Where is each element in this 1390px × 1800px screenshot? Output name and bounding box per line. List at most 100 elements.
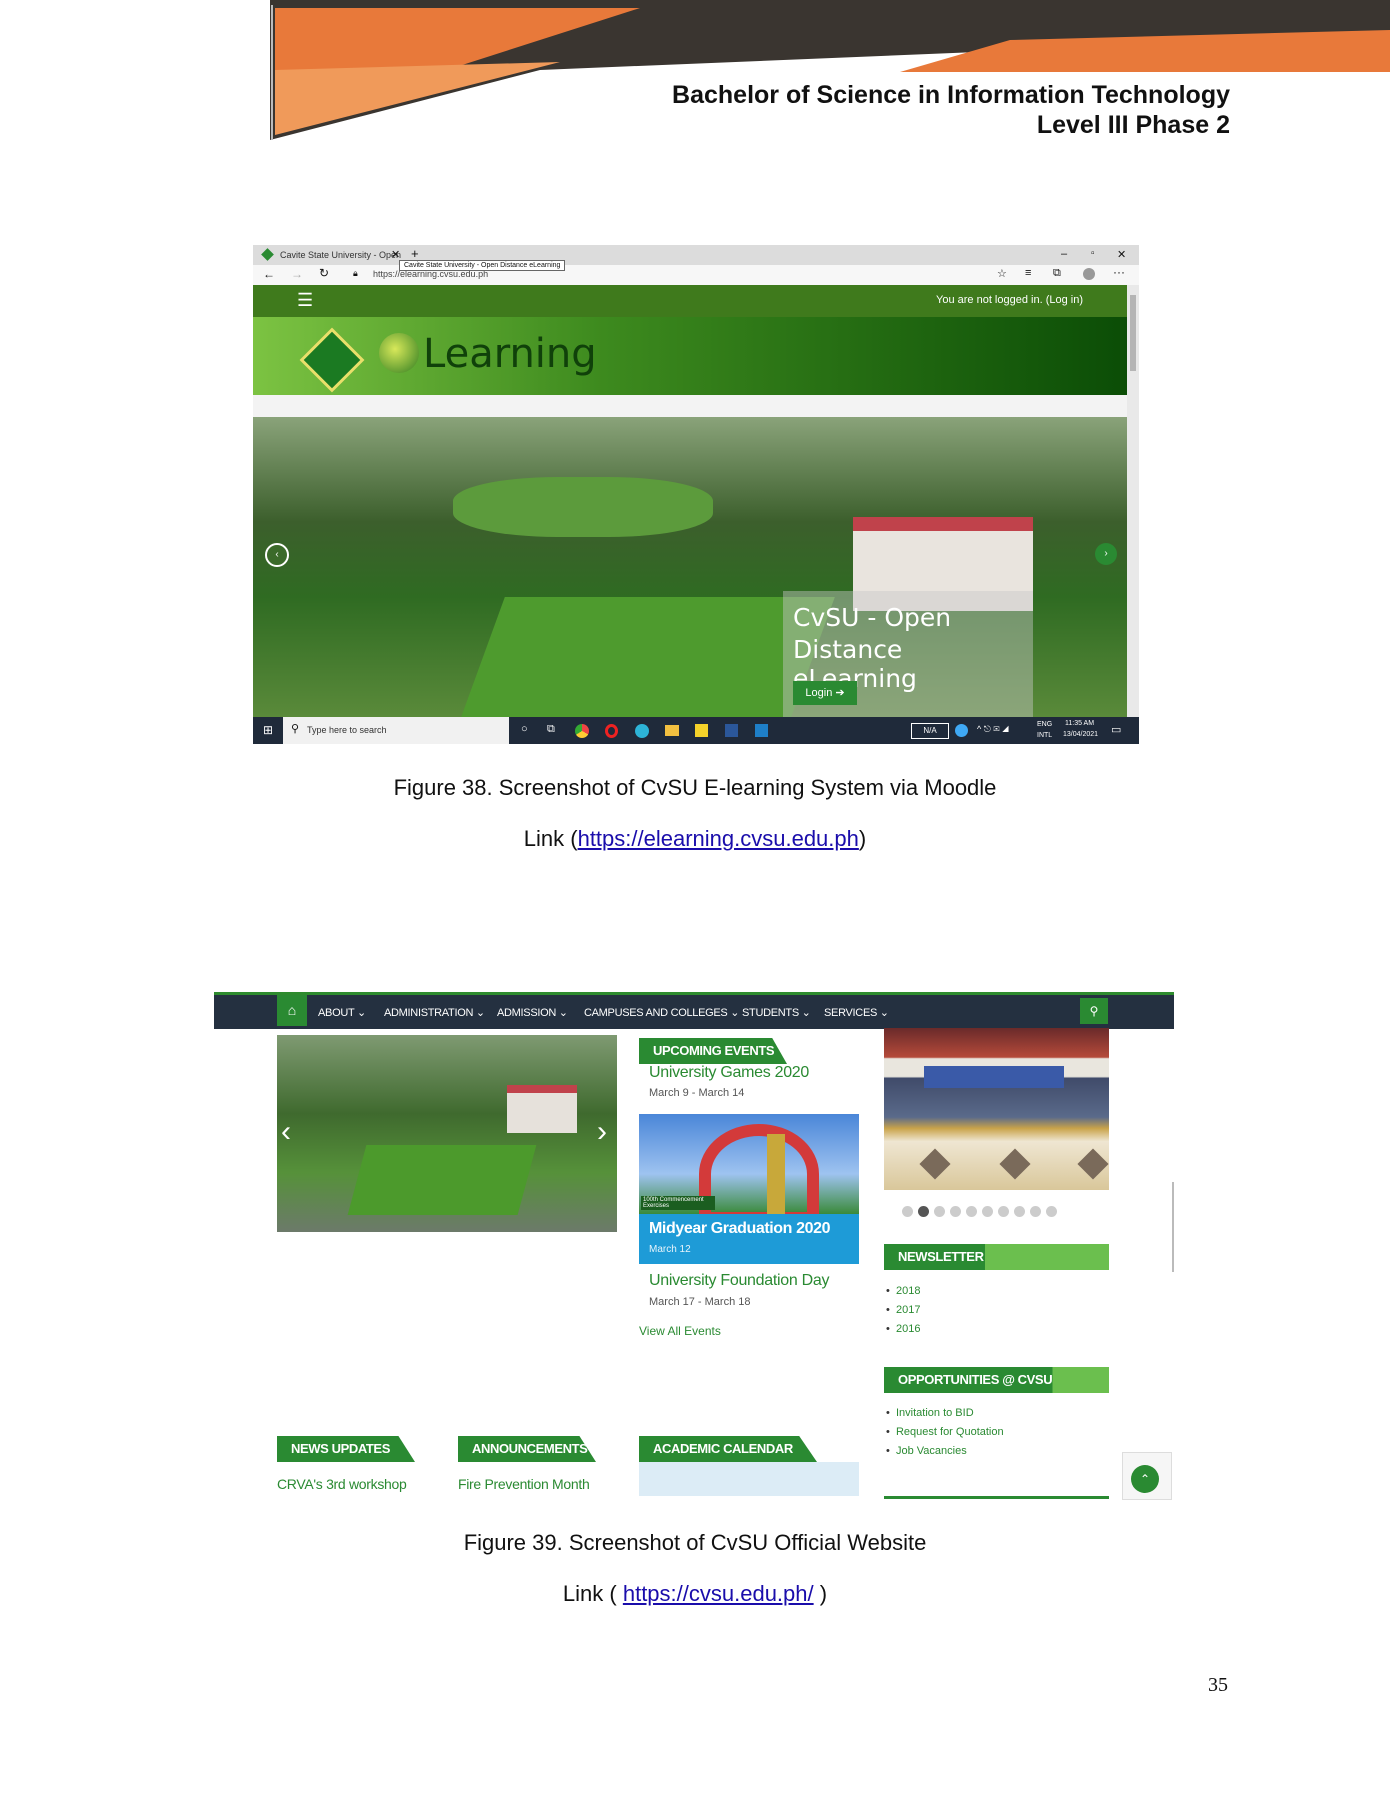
slider-lawn: [347, 1145, 537, 1215]
favorites-icon[interactable]: ☆: [997, 267, 1007, 280]
newsletter-item[interactable]: • 2017: [886, 1301, 920, 1320]
elearning-link[interactable]: https://elearning.cvsu.edu.ph: [578, 826, 859, 851]
scrollbar-thumb[interactable]: [1130, 295, 1136, 371]
event-1-date: March 9 - March 14: [649, 1087, 745, 1099]
task-view-icon[interactable]: ⧉: [547, 723, 555, 736]
nav-services[interactable]: SERVICES ⌄: [824, 1006, 889, 1019]
word-icon[interactable]: [725, 724, 738, 737]
graduation-photo: [884, 1028, 1109, 1190]
recaptcha-badge[interactable]: ⌃: [1122, 1452, 1172, 1500]
slider-dots[interactable]: [902, 1204, 1122, 1218]
browser-tab-title[interactable]: Cavite State University - Open: [280, 250, 401, 260]
favicon-icon: [261, 248, 274, 261]
lang-primary[interactable]: ENG: [1037, 721, 1052, 728]
hero-field: [453, 477, 713, 537]
next-slide-icon[interactable]: ›: [1095, 543, 1117, 565]
slider-dot[interactable]: [1046, 1206, 1057, 1217]
event-3-title[interactable]: University Foundation Day: [649, 1272, 829, 1290]
news-item[interactable]: CRVA's 3rd workshop: [277, 1476, 407, 1492]
new-tab-icon[interactable]: +: [411, 246, 419, 261]
lang-secondary[interactable]: INTL: [1037, 732, 1052, 739]
tray-icons[interactable]: ^ ⎋ ✉ ◢: [977, 724, 1009, 735]
photos-icon[interactable]: [755, 724, 768, 737]
event-2-card[interactable]: Midyear Graduation 2020 March 12: [639, 1214, 859, 1264]
browser-tab-bar: Cavite State University - Open ✕ + Cavit…: [253, 245, 1139, 271]
maximize-icon[interactable]: ▫: [1091, 248, 1095, 259]
photo-banner: [924, 1066, 1064, 1088]
opportunities-header: OPPORTUNITIES @ CVSU: [884, 1367, 1109, 1393]
academic-calendar-panel: [639, 1462, 859, 1496]
slider-dot[interactable]: [934, 1206, 945, 1217]
opportunity-item[interactable]: • Job Vacancies: [886, 1442, 1004, 1461]
slider-building: [507, 1085, 577, 1133]
window-close-icon[interactable]: ✕: [1117, 248, 1126, 261]
opportunity-item-label: Job Vacancies: [895, 1445, 967, 1457]
opportunity-item[interactable]: • Invitation to BID: [886, 1404, 1004, 1423]
cvsu-link[interactable]: https://cvsu.edu.ph/: [623, 1581, 814, 1606]
nav-admission-label: ADMISSION: [497, 1007, 557, 1019]
hero-login-button[interactable]: Login ➔: [793, 681, 857, 705]
document-header: Bachelor of Science in Information Techn…: [672, 80, 1230, 140]
hero-caption-box: CvSU - Open Distance eLearning Login ➔: [783, 591, 1033, 717]
edge-icon[interactable]: [635, 724, 649, 738]
login-status[interactable]: You are not logged in. (Log in): [936, 294, 1083, 306]
back-to-top-icon[interactable]: ⌃: [1131, 1465, 1159, 1493]
nav-students[interactable]: STUDENTS ⌄: [742, 1006, 811, 1019]
figure-39-caption: Figure 39. Screenshot of CvSU Official W…: [463, 1530, 927, 1555]
opportunity-item[interactable]: • Request for Quotation: [886, 1423, 1004, 1442]
extensions-icon[interactable]: ⧉: [1053, 267, 1061, 280]
program-title: Bachelor of Science in Information Techn…: [672, 81, 1230, 109]
clock-time[interactable]: 11:35 AM: [1065, 720, 1094, 727]
newsletter-item[interactable]: • 2016: [886, 1320, 920, 1339]
page-scrollbar[interactable]: [1127, 285, 1139, 717]
nav-campuses[interactable]: CAMPUSES AND COLLEGES ⌄: [584, 1006, 739, 1019]
event-banner-tag: 100th Commencement Exercises: [641, 1196, 715, 1210]
back-icon[interactable]: ←: [263, 267, 275, 281]
slider-dot[interactable]: [1014, 1206, 1025, 1217]
clock-date[interactable]: 13/04/2021: [1063, 731, 1098, 738]
nav-about[interactable]: ABOUT ⌄: [318, 1006, 366, 1019]
more-icon[interactable]: ···: [1113, 265, 1125, 279]
slider-dot[interactable]: [966, 1206, 977, 1217]
slider-prev-icon[interactable]: ‹: [281, 1115, 291, 1149]
chrome-icon[interactable]: [575, 724, 589, 738]
elearning-globe-icon: [379, 333, 419, 373]
hero-title-line1: CvSU - Open: [793, 603, 952, 632]
home-icon[interactable]: ⌂: [277, 995, 307, 1026]
announcement-item[interactable]: Fire Prevention Month: [458, 1476, 590, 1492]
sticky-notes-icon[interactable]: [695, 724, 708, 737]
upcoming-events-header: UPCOMING EVENTS: [639, 1038, 787, 1064]
opportunity-item-label: Invitation to BID: [895, 1407, 974, 1419]
slider-dot[interactable]: [982, 1206, 993, 1217]
minimize-icon[interactable]: –: [1061, 248, 1067, 260]
prev-slide-icon[interactable]: ‹: [265, 543, 289, 567]
slider-dot[interactable]: [902, 1206, 913, 1217]
view-all-events-link[interactable]: View All Events: [639, 1324, 721, 1338]
collections-icon[interactable]: ≡: [1025, 267, 1031, 279]
notification-icon[interactable]: ▭: [1111, 723, 1121, 736]
nav-search-icon[interactable]: ⚲: [1080, 998, 1108, 1024]
slider-dot[interactable]: [998, 1206, 1009, 1217]
forward-icon[interactable]: →: [291, 267, 303, 281]
slider-dot-active[interactable]: [918, 1206, 929, 1217]
menu-icon[interactable]: ☰: [297, 290, 313, 311]
nav-administration[interactable]: ADMINISTRATION ⌄: [384, 1006, 485, 1019]
slider-dot[interactable]: [1030, 1206, 1041, 1217]
newsletter-header: NEWSLETTER: [884, 1244, 1109, 1270]
taskbar-search[interactable]: ⚲ Type here to search: [283, 717, 509, 744]
event-banner-image: 100th Commencement Exercises: [639, 1114, 859, 1214]
refresh-icon[interactable]: ↻: [319, 266, 329, 280]
right-scrollbar[interactable]: [1172, 1182, 1174, 1272]
slider-dot[interactable]: [950, 1206, 961, 1217]
nav-admission[interactable]: ADMISSION ⌄: [497, 1006, 568, 1019]
cortana-icon[interactable]: ○: [521, 723, 528, 735]
file-explorer-icon[interactable]: [665, 725, 679, 736]
event-1-title[interactable]: University Games 2020: [649, 1064, 809, 1082]
start-icon[interactable]: ⊞: [263, 723, 273, 737]
help-icon[interactable]: [955, 724, 968, 737]
opera-icon[interactable]: [605, 724, 618, 738]
profile-icon[interactable]: [1083, 268, 1095, 280]
elearning-screenshot: Cavite State University - Open ✕ + Cavit…: [253, 245, 1139, 744]
newsletter-item[interactable]: • 2018: [886, 1282, 920, 1301]
slider-next-icon[interactable]: ›: [597, 1115, 607, 1149]
